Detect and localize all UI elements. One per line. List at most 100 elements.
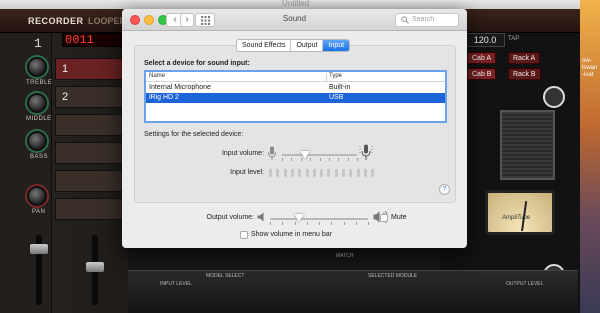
track-row[interactable]: 1 xyxy=(55,58,128,80)
device-name: Internal Microphone xyxy=(149,84,211,91)
level-segment xyxy=(269,169,272,177)
output-volume-slider[interactable] xyxy=(294,214,305,222)
slider-tick xyxy=(282,158,283,161)
input-volume-track xyxy=(282,154,357,156)
channel-fader[interactable] xyxy=(30,244,48,254)
slider-tick xyxy=(328,158,330,161)
channel-fader[interactable] xyxy=(86,262,104,272)
level-segment xyxy=(305,169,309,177)
column-header-type[interactable]: Type xyxy=(329,73,342,79)
slider-tick xyxy=(347,158,349,161)
input-volume-label: Input volume: xyxy=(221,150,264,157)
device-name: iRig HD 2 xyxy=(149,94,179,101)
slider-tick xyxy=(343,222,345,225)
app-window-title: Untitled xyxy=(282,0,310,8)
bottom-control-strip: INPUT LEVEL MODEL SELECT MATCH SELECTED … xyxy=(128,253,578,313)
input-device-list[interactable]: Name Type Internal Microphone Built-in i… xyxy=(144,70,447,123)
level-segment xyxy=(320,169,324,177)
app-titlebar: Untitled xyxy=(0,0,600,9)
slider-tick xyxy=(331,222,333,225)
cab-b-button[interactable]: Cab B xyxy=(467,68,497,80)
vu-brand: AmpliTube xyxy=(502,215,531,221)
tab-input[interactable]: Input xyxy=(323,40,350,51)
tab-content-panel xyxy=(134,45,456,203)
level-segment xyxy=(276,169,280,177)
microphone-high-icon xyxy=(359,144,373,160)
treble-knob[interactable] xyxy=(27,57,47,77)
device-list-heading: Select a device for sound input: xyxy=(144,60,250,67)
slider-tick xyxy=(319,222,320,225)
sound-preferences-window: ‹ › Sound Search Sound Effects Output In… xyxy=(122,9,467,248)
track-row[interactable] xyxy=(55,142,128,164)
window-titlebar: ‹ › Sound Search xyxy=(122,9,467,31)
level-segment xyxy=(283,169,287,177)
desktop-background: ow- lswan -ivat xyxy=(580,0,600,313)
show-volume-checkbox[interactable] xyxy=(240,231,248,239)
bpm-display[interactable]: 120.0 xyxy=(465,33,505,47)
bass-knob[interactable] xyxy=(27,131,47,151)
search-placeholder: Search xyxy=(412,16,435,23)
track-row[interactable] xyxy=(55,170,128,192)
level-segment xyxy=(298,169,302,177)
power-icon[interactable] xyxy=(543,86,565,108)
channel-number: 1 xyxy=(34,36,42,51)
level-segment xyxy=(371,169,375,177)
rack-b-button[interactable]: Rack B xyxy=(508,68,541,80)
tap-button[interactable]: TAP xyxy=(508,36,519,42)
rack-a-button[interactable]: Rack A xyxy=(508,52,541,64)
level-segment xyxy=(312,169,316,177)
treble-label: TREBLE xyxy=(26,80,53,86)
list-header: Name Type xyxy=(146,72,445,82)
slider-tick xyxy=(291,158,293,161)
slider-tick xyxy=(338,158,340,161)
list-item[interactable]: Internal Microphone Built-in xyxy=(146,83,445,93)
microphone-low-icon xyxy=(268,146,276,160)
vu-meter: AmpliTube xyxy=(485,190,555,235)
input-level-label: Input level: xyxy=(230,169,264,176)
tab-bar: Sound Effects Output Input xyxy=(236,39,351,52)
slider-tick xyxy=(357,158,358,161)
device-type: USB xyxy=(329,94,344,101)
slider-tick xyxy=(355,222,357,225)
slider-tick xyxy=(300,158,302,161)
mute-checkbox[interactable] xyxy=(380,214,388,222)
time-counter: 0011 xyxy=(62,33,124,47)
slider-tick xyxy=(282,222,284,225)
desktop-item-label: ow- lswan -ivat xyxy=(582,58,598,78)
speaker-grill xyxy=(500,110,555,180)
level-segment xyxy=(334,169,338,177)
mute-label: Mute xyxy=(391,214,407,221)
track-row[interactable] xyxy=(55,114,128,136)
pan-knob[interactable] xyxy=(27,186,47,206)
level-segment xyxy=(356,169,360,177)
tab-output[interactable]: Output xyxy=(291,40,324,51)
tab-sound-effects[interactable]: Sound Effects xyxy=(237,40,292,51)
cab-a-button[interactable]: Cab A xyxy=(467,52,497,64)
slider-tick xyxy=(306,222,308,225)
help-button[interactable]: ? xyxy=(439,184,450,195)
looper-tab[interactable]: LOOPER xyxy=(88,16,126,26)
middle-knob[interactable] xyxy=(27,93,47,113)
show-volume-label: Show volume in menu bar xyxy=(251,231,332,238)
selected-module-label: SELECTED MODULE xyxy=(368,273,418,279)
track-row[interactable] xyxy=(55,198,128,220)
column-header-name[interactable]: Name xyxy=(149,73,165,79)
track-row[interactable]: 2 xyxy=(55,86,128,108)
level-segment xyxy=(327,169,331,177)
input-level-label: INPUT LEVEL xyxy=(160,281,192,287)
model-select-label: MODEL SELECT xyxy=(206,273,245,279)
list-item-selected[interactable]: iRig HD 2 USB xyxy=(146,93,445,103)
level-segment xyxy=(349,169,353,177)
pan-label: PAN xyxy=(32,209,46,215)
level-segment xyxy=(363,169,367,177)
search-field[interactable]: Search xyxy=(395,13,459,27)
settings-heading: Settings for the selected device: xyxy=(144,131,244,138)
recorder-tab[interactable]: RECORDER xyxy=(28,16,84,26)
screen: Untitled RECORDER LOOPER 1 TREBLE MIDDLE… xyxy=(0,0,600,313)
level-segment xyxy=(290,169,294,177)
match-label: MATCH xyxy=(336,253,354,259)
device-type: Built-in xyxy=(329,84,351,91)
output-level-label: OUTPUT LEVEL xyxy=(506,281,544,287)
level-segment xyxy=(342,169,345,177)
track-number: 1 xyxy=(62,63,69,75)
